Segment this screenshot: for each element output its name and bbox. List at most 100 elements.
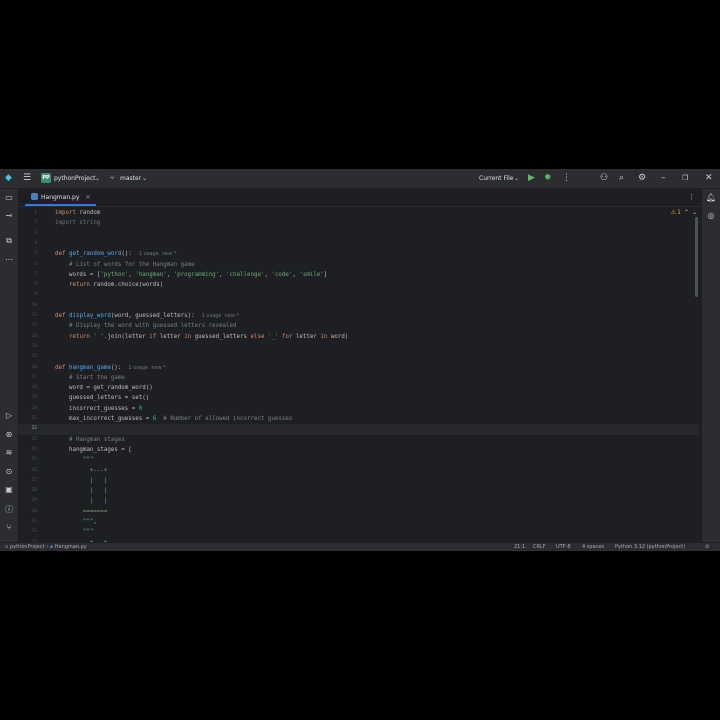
lock-icon[interactable]: ⊘ [705,543,709,551]
more-actions-icon[interactable]: ⋮ [562,169,571,188]
code-text[interactable]: def hangman_game(): 1 usage new * [55,363,166,373]
code-line[interactable]: 16 def hangman_game(): 1 usage new * [19,363,699,373]
ai-assistant-icon[interactable]: ◎ [702,211,720,220]
debug-icon[interactable]: ✹ [544,169,552,188]
code-text[interactable]: def get_random_word(): 1 usage new * [55,249,176,259]
close-tab-icon[interactable]: ✕ [85,194,90,201]
line-number[interactable]: 26 [19,466,37,476]
code-line[interactable]: 17 # Start the game [19,373,699,383]
line-number[interactable]: 6 [19,260,37,270]
code-line[interactable]: 22 [19,424,699,435]
code-line[interactable]: 12 # Display the word with guessed lette… [19,321,699,331]
code-line[interactable]: 8 return random.choice(words) [19,280,699,290]
line-number[interactable]: 25 [19,455,37,465]
restore-icon[interactable]: ❐ [682,169,688,188]
line-number[interactable]: 19 [19,393,37,403]
code-line[interactable]: 24 hangman_stages = [ [19,445,699,455]
line-number[interactable]: 31 [19,517,37,527]
code-text[interactable]: max_incorrect_guesses = 6 # Number of al… [55,414,292,424]
line-number[interactable]: 27 [19,476,37,486]
code-line[interactable]: 19 guessed_letters = set() [19,393,699,403]
code-line[interactable]: 1 import random [19,208,699,218]
vertical-scrollbar[interactable] [695,217,698,297]
code-text[interactable]: """, [55,517,97,527]
code-text[interactable]: """ [55,455,93,465]
line-number[interactable]: 20 [19,404,37,414]
line-separator[interactable]: CRLF [533,543,546,551]
commit-tool-icon[interactable]: ⊸ [0,211,18,220]
code-line[interactable]: 11 def display_word(word, guessed_letters… [19,311,699,321]
code-line[interactable]: 28 | | [19,486,699,496]
tab-options-icon[interactable]: ⋮ [688,189,695,206]
code-line[interactable]: 21 max_incorrect_guesses = 6 # Number of… [19,414,699,424]
minimize-icon[interactable]: – [661,169,666,188]
code-text[interactable]: word = get_random_word() [55,383,153,393]
settings-icon[interactable]: ⚙ [638,169,646,188]
breadcrumb-project[interactable]: pythonProject [10,544,45,550]
code-line[interactable]: 20 incorrect_guesses = 0 [19,404,699,414]
python-interpreter[interactable]: Python 3.12 (pythonProject) [615,543,685,551]
code-text[interactable]: incorrect_guesses = 0 [55,404,142,414]
code-line[interactable]: 26 +---+ [19,466,699,476]
code-text[interactable]: import string [55,218,100,228]
search-icon[interactable]: ⌕ [619,169,624,188]
code-text[interactable]: # Hangman stages [55,435,125,445]
terminal-icon[interactable]: ▣ [0,485,18,494]
git-icon[interactable]: ⑂ [0,523,18,532]
project-tool-icon[interactable]: ▭ [0,193,18,202]
code-line[interactable]: 9 [19,290,699,300]
code-editor[interactable]: ⚠1 ⌃ ⌄ 1 import random 2 import string 3 4 5 def … [19,207,701,542]
line-number[interactable]: 7 [19,270,37,280]
line-number[interactable]: 15 [19,352,37,362]
line-number[interactable]: 28 [19,486,37,496]
code-line[interactable]: 15 [19,352,699,362]
code-text[interactable]: # Display the word with guessed letters … [55,321,237,331]
close-icon[interactable]: ✕ [705,169,713,188]
line-number[interactable]: 14 [19,342,37,352]
line-number[interactable]: 10 [19,301,37,311]
code-line[interactable]: 23 # Hangman stages [19,435,699,445]
indent-setting[interactable]: 4 spaces [582,543,604,551]
code-text[interactable]: | | [55,476,107,486]
line-number[interactable]: 21 [19,414,37,424]
code-line[interactable]: 7 words = ['python', 'hangman', 'program… [19,270,699,280]
code-line[interactable]: 18 word = get_random_word() [19,383,699,393]
code-text[interactable]: +---+ [55,466,107,476]
structure-tool-icon[interactable]: ⧉ [0,236,18,246]
code-text[interactable]: # Start the game [55,373,125,383]
code-text[interactable]: # List of words for the Hangman game [55,260,195,270]
code-text[interactable]: hangman_stages = [ [55,445,132,455]
code-line[interactable]: 14 [19,342,699,352]
line-number[interactable]: 5 [19,249,37,259]
line-number[interactable]: 24 [19,445,37,455]
code-line[interactable]: 6 # List of words for the Hangman game [19,260,699,270]
run-tool-icon[interactable]: ▷ [0,411,18,420]
code-line[interactable]: 27 | | [19,476,699,486]
code-line[interactable]: 3 [19,229,699,239]
line-number[interactable]: 23 [19,435,37,445]
code-line[interactable]: 29 | | [19,496,699,506]
line-number[interactable]: 16 [19,363,37,373]
file-encoding[interactable]: UTF-8 [556,543,571,551]
line-number[interactable]: 11 [19,311,37,321]
code-text[interactable]: def display_word(word, guessed_letters):… [55,311,239,321]
breadcrumb-file[interactable]: Hangman.py [55,544,87,550]
more-tools-icon[interactable]: ⋯ [0,255,18,264]
python-packages-icon[interactable]: ⊛ [0,430,18,439]
project-selector[interactable]: pythonProject [54,169,96,188]
notifications-icon[interactable]: 🔔︎ [702,193,720,202]
code-text[interactable]: words = ['python', 'hangman', 'programmi… [55,270,327,280]
code-line[interactable]: 10 [19,301,699,311]
line-number[interactable]: 8 [19,280,37,290]
line-number[interactable]: 30 [19,507,37,517]
code-text[interactable]: ======= [55,507,107,517]
code-line[interactable]: 2 import string [19,218,699,228]
line-number[interactable]: 13 [19,332,37,342]
line-number[interactable]: 1 [19,208,37,218]
code-line[interactable]: 30 ======= [19,507,699,517]
services-icon[interactable]: ⊙ [0,467,18,476]
run-config-selector[interactable]: Current File [479,169,513,188]
line-number[interactable]: 22 [19,424,37,434]
problems-icon[interactable]: ⓘ [0,504,18,515]
code-text[interactable]: return random.choice(words) [55,280,163,290]
